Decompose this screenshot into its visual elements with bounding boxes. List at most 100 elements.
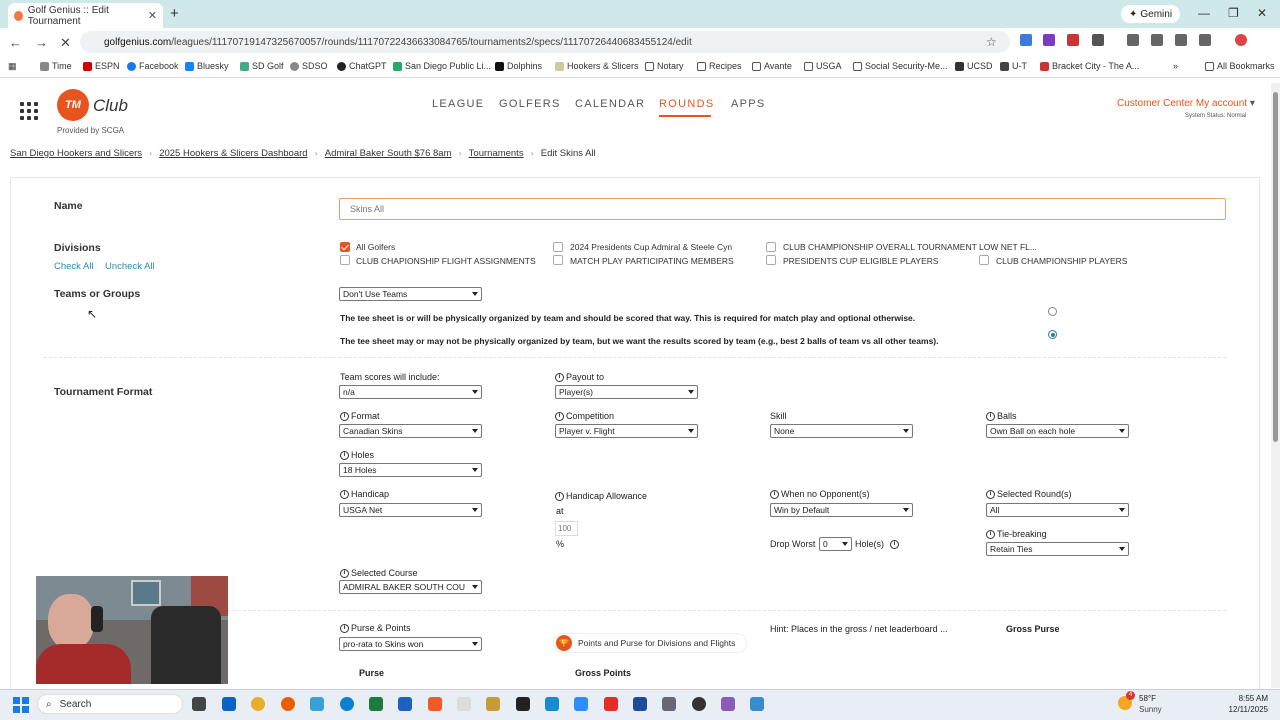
print-icon[interactable] <box>1151 34 1163 46</box>
extension-icon[interactable] <box>1020 34 1032 46</box>
bookmark-item[interactable]: Time <box>40 61 72 71</box>
breadcrumb-dashboard[interactable]: 2025 Hookers & Slicers Dashboard <box>159 148 307 159</box>
division-checkbox[interactable] <box>766 255 776 265</box>
password-key-icon[interactable] <box>1175 34 1187 46</box>
firefox-icon[interactable] <box>281 697 295 711</box>
bookmark-item[interactable]: U-T <box>1000 61 1027 71</box>
skill-select[interactable]: None <box>770 424 913 438</box>
stop-loading-icon[interactable]: ✕ <box>60 35 71 51</box>
name-input[interactable] <box>339 198 1226 220</box>
bookmark-folder[interactable]: Notary <box>645 61 684 71</box>
course-select[interactable]: ADMIRAL BAKER SOUTH COU <box>339 580 482 594</box>
division-checkbox[interactable] <box>979 255 989 265</box>
bookmark-item[interactable]: Hookers & Slicers <box>555 61 639 71</box>
team-scores-select[interactable]: n/a <box>339 385 482 399</box>
reading-list-icon[interactable] <box>1127 34 1139 46</box>
outlook-icon[interactable] <box>222 697 236 711</box>
teams-radio-2[interactable] <box>1048 330 1057 339</box>
clock-date[interactable]: 12/11/2025 <box>1219 705 1268 714</box>
screenshot-icon[interactable] <box>1199 34 1211 46</box>
clock-time[interactable]: 8:55 AM <box>1225 694 1268 703</box>
apps-grid-icon[interactable]: ▦ <box>8 61 17 72</box>
division-checkbox[interactable] <box>553 255 563 265</box>
no-opponent-select[interactable]: Win by Default <box>770 503 913 517</box>
profile-avatar-icon[interactable] <box>1235 34 1247 46</box>
more-bookmarks-icon[interactable]: » <box>1173 61 1178 71</box>
edge-icon[interactable] <box>340 697 354 711</box>
customer-center-link[interactable]: Customer Center <box>1117 98 1193 109</box>
bookmark-item[interactable]: San Diego Public Li... <box>393 61 491 71</box>
app-icon[interactable] <box>633 697 647 711</box>
division-checkbox[interactable] <box>340 242 350 252</box>
minimize-icon[interactable]: — <box>1198 6 1210 20</box>
chrome-icon[interactable] <box>251 697 265 711</box>
check-all-link[interactable]: Check All <box>54 261 94 272</box>
format-select[interactable]: Canadian Skins <box>339 424 482 438</box>
handicap-select[interactable]: USGA Net <box>339 503 482 517</box>
zoom-icon[interactable] <box>574 697 588 711</box>
holes-select[interactable]: 18 Holes <box>339 463 482 477</box>
division-checkbox[interactable] <box>553 242 563 252</box>
bookmark-item[interactable]: UCSD <box>955 61 993 71</box>
division-checkbox[interactable] <box>340 255 350 265</box>
app-icon[interactable] <box>545 697 559 711</box>
itunes-icon[interactable] <box>457 697 471 711</box>
bookmark-item[interactable]: SDSO <box>290 61 328 71</box>
windows-start-icon[interactable] <box>13 697 29 713</box>
gemini-button[interactable]: ✦ Gemini <box>1121 5 1181 23</box>
file-explorer-icon[interactable] <box>486 697 500 711</box>
forward-icon[interactable]: → <box>35 35 48 50</box>
bookmark-item[interactable]: ESPN <box>83 61 120 71</box>
selected-rounds-select[interactable]: All <box>986 503 1129 517</box>
extension-icon[interactable] <box>1043 34 1055 46</box>
youtube-icon[interactable] <box>604 697 618 711</box>
my-account-link[interactable]: My account <box>1196 98 1247 109</box>
excel-icon[interactable] <box>369 697 383 711</box>
bookmark-item[interactable]: SD Golf <box>240 61 284 71</box>
browser-tab[interactable]: Golf Genius :: Edit Tournament ✕ <box>8 3 163 28</box>
nav-rounds[interactable]: ROUNDS <box>659 98 714 110</box>
bookmark-folder[interactable]: Social Security-Me... <box>853 61 948 71</box>
allowance-input[interactable] <box>555 521 578 536</box>
points-purse-button[interactable]: 🏆 Points and Purse for Divisions and Fli… <box>553 633 747 653</box>
app-icon[interactable] <box>516 697 530 711</box>
bookmark-star-icon[interactable]: ☆ <box>986 35 997 49</box>
uncheck-all-link[interactable]: Uncheck All <box>105 261 155 272</box>
breadcrumb-league[interactable]: San Diego Hookers and Slicers <box>10 148 142 159</box>
tiebreak-select[interactable]: Retain Ties <box>986 542 1129 556</box>
app-icon[interactable] <box>310 697 324 711</box>
bookmark-item[interactable]: Bracket City - The A... <box>1040 61 1139 71</box>
close-tab-icon[interactable]: ✕ <box>148 9 157 22</box>
breadcrumb-round[interactable]: Admiral Baker South $76 8am <box>325 148 452 159</box>
teams-radio-1[interactable] <box>1048 307 1057 316</box>
apps-menu-icon[interactable] <box>20 102 38 120</box>
nav-golfers[interactable]: GOLFERS <box>499 98 561 110</box>
bookmark-folder[interactable]: USGA <box>804 61 842 71</box>
nav-league[interactable]: LEAGUE <box>432 98 484 110</box>
app-icon[interactable] <box>721 697 735 711</box>
app-icon[interactable] <box>692 697 706 711</box>
bookmark-folder[interactable]: Recipes <box>697 61 742 71</box>
payout-select[interactable]: Player(s) <box>555 385 698 399</box>
app-icon[interactable] <box>750 697 764 711</box>
competition-select[interactable]: Player v. Flight <box>555 424 698 438</box>
extensions-puzzle-icon[interactable] <box>1092 34 1104 46</box>
breadcrumb-tournaments[interactable]: Tournaments <box>469 148 524 159</box>
all-bookmarks[interactable]: All Bookmarks <box>1205 61 1275 71</box>
bookmark-item[interactable]: Dolphins <box>495 61 542 71</box>
taskbar-search[interactable]: ⌕ Search <box>37 694 183 714</box>
calculator-icon[interactable] <box>662 697 676 711</box>
nav-apps[interactable]: APPS <box>731 98 766 110</box>
teams-select[interactable]: Don't Use Teams <box>339 287 482 301</box>
close-window-icon[interactable]: ✕ <box>1257 6 1267 20</box>
balls-select[interactable]: Own Ball on each hole <box>986 424 1129 438</box>
new-tab-icon[interactable]: + <box>170 5 179 22</box>
back-icon[interactable]: ← <box>9 35 22 50</box>
bookmark-item[interactable]: Bluesky <box>185 61 229 71</box>
scrollbar-thumb[interactable] <box>1273 92 1278 442</box>
address-bar[interactable]: golfgenius.com/leagues/11170719147325670… <box>80 31 1010 53</box>
division-checkbox[interactable] <box>766 242 776 252</box>
bookmark-item[interactable]: Facebook <box>127 61 179 71</box>
restore-icon[interactable]: ❐ <box>1228 6 1239 20</box>
drop-worst-select[interactable]: 0 <box>819 537 852 551</box>
